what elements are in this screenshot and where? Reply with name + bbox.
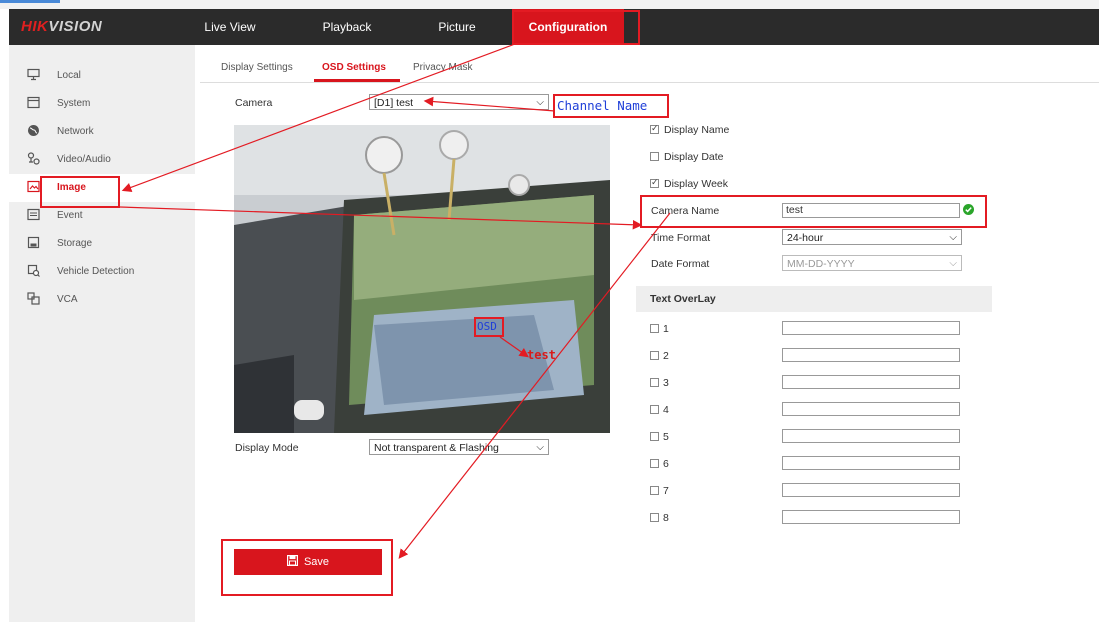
annotation-arrows bbox=[119, 43, 671, 559]
